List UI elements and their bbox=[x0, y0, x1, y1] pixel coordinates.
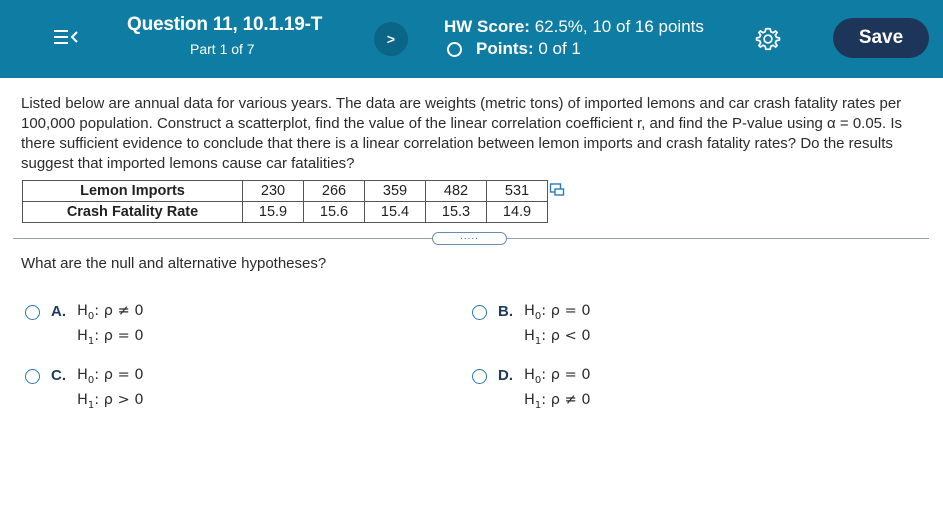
table-cell: 359 bbox=[364, 180, 426, 202]
table-cell: 14.9 bbox=[486, 201, 548, 223]
circle-outline-icon bbox=[447, 41, 462, 57]
hw-score-value: 62.5%, 10 of 16 points bbox=[534, 17, 704, 36]
null-hypothesis: H0: ρ = 0 bbox=[524, 367, 591, 386]
option-d[interactable]: D. H0: ρ = 0 H1: ρ ≠ 0 bbox=[472, 366, 672, 416]
hypotheses-prompt: What are the null and alternative hypoth… bbox=[21, 255, 327, 272]
expand-more-button[interactable]: ..... bbox=[432, 232, 507, 245]
question-text: Listed below are annual data for various… bbox=[21, 95, 903, 172]
menu-icon bbox=[54, 30, 78, 44]
copy-icon[interactable] bbox=[549, 182, 565, 198]
row-label-lemon-imports: Lemon Imports bbox=[22, 180, 243, 202]
table-cell: 15.6 bbox=[303, 201, 365, 223]
more-dots: ..... bbox=[460, 231, 479, 242]
points-value: 0 of 1 bbox=[538, 39, 581, 58]
table-row: Crash Fatality Rate 15.9 15.6 15.4 15.3 … bbox=[22, 201, 548, 223]
table-row: Lemon Imports 230 266 359 482 531 bbox=[22, 180, 548, 202]
points-label: Points: bbox=[476, 39, 534, 58]
radio-button[interactable] bbox=[25, 305, 40, 320]
question-part: Part 1 of 7 bbox=[190, 41, 255, 57]
radio-button[interactable] bbox=[472, 305, 487, 320]
table-cell: 266 bbox=[303, 180, 365, 202]
table-cell: 15.3 bbox=[425, 201, 487, 223]
null-hypothesis: H0: ρ ≠ 0 bbox=[77, 303, 144, 322]
top-header: Question 11, 10.1.19-T Part 1 of 7 > HW … bbox=[0, 0, 943, 78]
table-cell: 230 bbox=[242, 180, 304, 202]
row-label-crash-fatality-rate: Crash Fatality Rate bbox=[22, 201, 243, 223]
null-hypothesis: H0: ρ = 0 bbox=[524, 303, 591, 322]
radio-button[interactable] bbox=[25, 369, 40, 384]
points-status: Points: 0 of 1 bbox=[444, 39, 581, 59]
alternative-hypothesis: H1: ρ = 0 bbox=[77, 328, 144, 347]
option-a[interactable]: A. H0: ρ ≠ 0 H1: ρ = 0 bbox=[25, 302, 225, 352]
option-c[interactable]: C. H0: ρ = 0 H1: ρ > 0 bbox=[25, 366, 225, 416]
next-question-button[interactable]: > bbox=[374, 22, 408, 56]
null-hypothesis: H0: ρ = 0 bbox=[77, 367, 144, 386]
option-letter: A. bbox=[51, 303, 66, 320]
radio-button[interactable] bbox=[472, 369, 487, 384]
option-letter: D. bbox=[498, 367, 513, 384]
hw-score: HW Score: 62.5%, 10 of 16 points bbox=[444, 17, 704, 37]
table-cell: 15.4 bbox=[364, 201, 426, 223]
option-b[interactable]: B. H0: ρ = 0 H1: ρ < 0 bbox=[472, 302, 672, 352]
option-letter: B. bbox=[498, 303, 513, 320]
table-cell: 15.9 bbox=[242, 201, 304, 223]
gear-icon[interactable] bbox=[755, 26, 781, 52]
option-letter: C. bbox=[51, 367, 66, 384]
chevron-right-icon: > bbox=[386, 31, 396, 47]
question-title: Question 11, 10.1.19-T bbox=[127, 14, 323, 35]
alternative-hypothesis: H1: ρ ≠ 0 bbox=[524, 392, 591, 411]
alternative-hypothesis: H1: ρ > 0 bbox=[77, 392, 144, 411]
table-cell: 482 bbox=[425, 180, 487, 202]
alternative-hypothesis: H1: ρ < 0 bbox=[524, 328, 591, 347]
table-cell: 531 bbox=[486, 180, 548, 202]
data-table: Lemon Imports 230 266 359 482 531 Crash … bbox=[22, 180, 548, 223]
menu-button[interactable] bbox=[48, 27, 92, 49]
hw-score-label: HW Score: bbox=[444, 17, 530, 36]
save-button[interactable]: Save bbox=[833, 18, 929, 58]
